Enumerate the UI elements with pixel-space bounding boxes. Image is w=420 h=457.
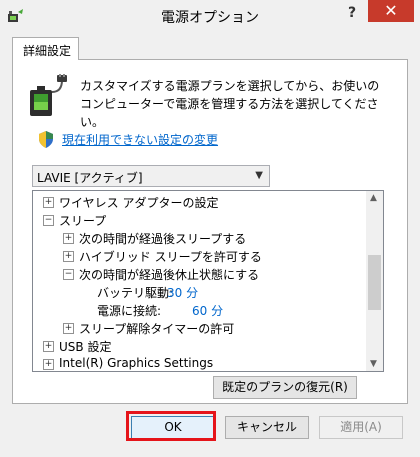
vertical-scrollbar[interactable]: ▲ ▼	[366, 191, 383, 371]
description-text: カスタマイズする電源プランを選択してから、お使いのコンピューターで電源を管理する…	[80, 79, 380, 129]
title-bar: 電源オプション ? ✕	[0, 0, 420, 31]
expand-icon[interactable]: +	[63, 251, 74, 262]
tree-item-label: Intel(R) Graphics Settings	[59, 356, 214, 370]
close-icon: ✕	[384, 1, 398, 20]
close-button[interactable]: ✕	[368, 0, 414, 22]
collapse-icon[interactable]: −	[63, 269, 74, 280]
help-button[interactable]: ?	[340, 3, 364, 23]
expand-icon[interactable]: +	[43, 341, 54, 352]
expand-icon[interactable]: +	[43, 359, 54, 370]
scroll-up-icon[interactable]: ▲	[370, 193, 377, 203]
change-unavailable-settings-link[interactable]: 現在利用できない設定の変更	[62, 131, 218, 148]
scroll-thumb[interactable]	[368, 255, 381, 310]
tree-item-label: 電源に接続:	[97, 304, 162, 318]
plugged-in-timeout-value[interactable]: 60 分	[192, 302, 223, 319]
power-plan-select[interactable]: LAVIE [アクティブ] ▼	[32, 165, 270, 187]
tab-advanced-settings[interactable]: 詳細設定	[12, 37, 79, 60]
battery-timeout-value[interactable]: 30 分	[167, 284, 198, 301]
collapse-icon[interactable]: −	[43, 215, 54, 226]
chevron-down-icon: ▼	[255, 170, 263, 181]
expand-icon[interactable]: +	[63, 233, 74, 244]
scroll-down-icon[interactable]: ▼	[370, 359, 377, 369]
power-options-dialog: 電源オプション ? ✕ 詳細設定 カスタマイズする電源プランを選択してから、お使…	[0, 0, 420, 457]
ok-button-highlight	[126, 411, 216, 441]
tree-item-label: ハイブリッド スリープを許可する	[79, 250, 262, 264]
power-plan-select-value: LAVIE [アクティブ]	[37, 171, 143, 185]
apply-button[interactable]: 適用(A)	[319, 416, 403, 439]
tree-item-label: 次の時間が経過後休止状態にする	[79, 268, 260, 282]
tree-item-label: スリープ	[59, 214, 107, 228]
tree-item-label: ワイヤレス アダプターの設定	[59, 196, 219, 210]
tree-item-label: バッテリ駆動:	[97, 286, 174, 300]
tree-item-label: USB 設定	[59, 340, 112, 354]
uac-shield-icon	[39, 131, 53, 148]
tree-item-label: スリープ解除タイマーの許可	[79, 322, 235, 336]
settings-tree[interactable]: + ワイヤレス アダプターの設定 − スリープ + 次の時間が経過後スリープする…	[32, 190, 384, 372]
tree-item-label: 次の時間が経過後スリープする	[79, 232, 247, 246]
battery-plug-icon	[30, 74, 67, 116]
restore-defaults-button[interactable]: 既定のプランの復元(R)	[213, 376, 357, 399]
expand-icon[interactable]: +	[43, 197, 54, 208]
tab-label: 詳細設定	[23, 44, 72, 58]
expand-icon[interactable]: +	[63, 323, 74, 334]
cancel-button[interactable]: キャンセル	[225, 416, 309, 439]
